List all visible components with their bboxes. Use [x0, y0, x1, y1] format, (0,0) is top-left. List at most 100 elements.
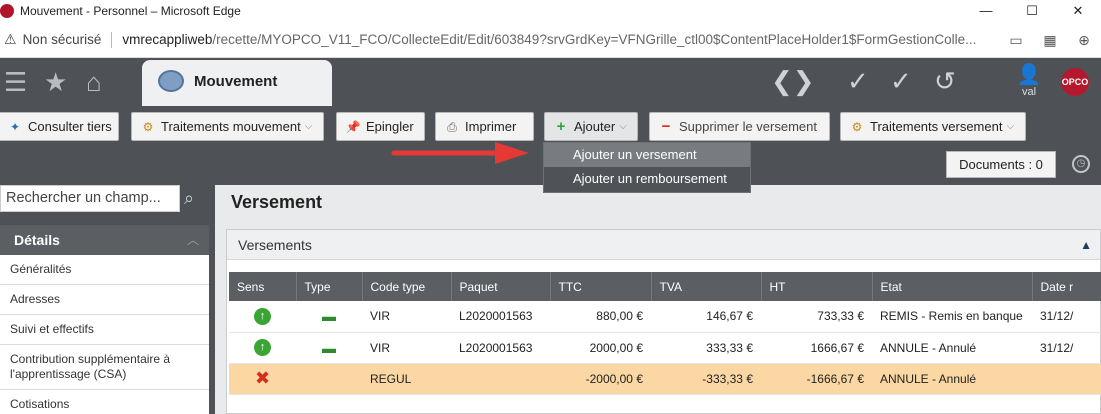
- imprimer-button[interactable]: ⎙ Imprimer: [435, 112, 534, 141]
- button-label: Ajouter: [574, 119, 616, 134]
- column-header[interactable]: Type: [296, 272, 363, 301]
- table-row[interactable]: ↑ ▬ VIR L2020001563 880,00 € 146,67 € 73…: [229, 301, 1101, 333]
- security-label[interactable]: Non sécurisé: [23, 32, 102, 47]
- tva-cell: 333,33 €: [651, 332, 761, 364]
- button-label: Traitements mouvement: [161, 119, 301, 134]
- check-close-icon[interactable]: ✓: [890, 66, 912, 97]
- menu-item-ajouter-versement[interactable]: Ajouter un versement: [544, 143, 750, 167]
- column-header[interactable]: Date r: [1032, 272, 1101, 301]
- piggy-bank-icon: [158, 70, 184, 92]
- address-bar: ⚠ Non sécurisé vmrecappliweb/recette/MYO…: [0, 22, 1101, 58]
- code-type-cell: VIR: [362, 332, 451, 364]
- paquet-cell: L2020001563: [451, 332, 550, 364]
- code-brackets-icon[interactable]: ❮❯: [771, 66, 815, 97]
- column-header[interactable]: HT: [761, 272, 873, 301]
- ht-cell: 733,33 €: [761, 301, 872, 333]
- chevron-down-icon: ⌵: [304, 121, 313, 132]
- arrow-up-icon: ↑: [254, 339, 271, 356]
- traitements-versement-button[interactable]: ⚙ Traitements versement ⌵: [840, 112, 1026, 141]
- collapse-triangle-icon[interactable]: ▲: [1080, 230, 1092, 260]
- etat-cell: REMIS - Remis en banque: [872, 301, 1032, 333]
- address-bar-icons: ▭ ▦ ⊕: [999, 22, 1101, 58]
- maximize-button[interactable]: ☐: [1009, 0, 1055, 22]
- process-icon: ⚙: [142, 119, 154, 134]
- documents-button[interactable]: Documents : 0: [946, 151, 1056, 178]
- history-clock-icon[interactable]: ◷: [1072, 155, 1090, 173]
- epingler-button[interactable]: 📌 Epingler: [336, 112, 425, 141]
- sidebar-nav: Généralités Adresses Suivi et effectifs …: [0, 255, 209, 414]
- menu-icon[interactable]: ☰: [4, 67, 27, 98]
- undo-icon[interactable]: ↺: [934, 66, 956, 97]
- type-cell: ▬: [296, 332, 362, 364]
- home-icon[interactable]: ⌂: [86, 67, 102, 98]
- button-label: Epingler: [366, 119, 414, 134]
- user-name: val: [1021, 86, 1037, 98]
- column-header[interactable]: Paquet: [451, 272, 551, 301]
- column-header[interactable]: Etat: [872, 272, 1033, 301]
- printer-icon: ⎙: [447, 119, 457, 134]
- sidebar-item-csa[interactable]: Contribution supplémentaire à l'apprenti…: [0, 345, 209, 390]
- traitements-mouvement-button[interactable]: ⚙ Traitements mouvement ⌵: [131, 112, 324, 141]
- brand-logo[interactable]: OPCO: [1061, 68, 1089, 96]
- tab-mouvement[interactable]: Mouvement: [142, 60, 332, 106]
- panel-header[interactable]: Versements ▲: [227, 230, 1100, 260]
- url-path: /recette/MYOPCO_V11_FCO/CollecteEdit/Edi…: [212, 32, 977, 47]
- annotation-arrow-icon: [391, 142, 529, 164]
- check-icon[interactable]: ✓: [847, 66, 869, 97]
- sidebar-item-suivi[interactable]: Suivi et effectifs: [0, 315, 209, 345]
- menu-item-ajouter-remboursement[interactable]: Ajouter un remboursement: [544, 167, 750, 191]
- column-header[interactable]: Code type: [362, 272, 452, 301]
- code-type-cell: REGUL: [362, 363, 451, 395]
- consulter-tiers-button[interactable]: ✦ Consulter tiers: [0, 112, 119, 141]
- warning-icon[interactable]: ⚠: [4, 31, 17, 48]
- main-content: Versement Versements ▲ Sens Type Code ty…: [215, 185, 1101, 414]
- browser-titlebar: Mouvement - Personnel – Microsoft Edge —…: [0, 0, 1101, 22]
- table-row[interactable]: ✖ REGUL -2000,00 € -333,33 € -1666,67 € …: [229, 363, 1101, 395]
- app-available-icon[interactable]: ▭: [999, 32, 1033, 49]
- close-button[interactable]: ✕: [1055, 0, 1101, 22]
- etat-cell: ANNULE - Annulé: [872, 332, 1032, 364]
- versements-table: Sens Type Code type Paquet TTC TVA HT Et…: [229, 272, 1101, 395]
- search-input[interactable]: Rechercher un champ...: [0, 185, 180, 212]
- star-icon[interactable]: ★: [44, 67, 67, 98]
- table-row[interactable]: ↑ ▬ VIR L2020001563 2000,00 € 333,33 € 1…: [229, 332, 1101, 364]
- url-host: vmrecappliweb: [122, 32, 213, 47]
- ajouter-button[interactable]: + Ajouter ⌵: [544, 112, 638, 141]
- chevron-down-icon: ⌵: [1006, 121, 1015, 132]
- ttc-cell: 880,00 €: [550, 301, 651, 333]
- app-header: ☰ ★ ⌂ Mouvement ❮❯ ✓ ✓ ↺ 👤 val OPCO: [0, 58, 1101, 106]
- sidebar-item-adresses[interactable]: Adresses: [0, 285, 209, 315]
- minimize-button[interactable]: —: [963, 0, 1009, 22]
- chevron-down-icon: ⌵: [619, 121, 627, 132]
- plus-icon: +: [556, 117, 566, 135]
- column-header[interactable]: Sens: [229, 272, 297, 301]
- window-title: Mouvement - Personnel – Microsoft Edge: [20, 4, 241, 18]
- column-header[interactable]: TTC: [550, 272, 652, 301]
- tab-label: Mouvement: [194, 73, 278, 90]
- money-icon: ▬: [322, 339, 336, 356]
- user-menu[interactable]: 👤 val: [1014, 64, 1044, 98]
- button-label: Supprimer le versement: [679, 119, 817, 134]
- app-logo-icon: [0, 4, 14, 18]
- qr-code-icon[interactable]: ▦: [1033, 32, 1067, 49]
- supprimer-versement-button[interactable]: − Supprimer le versement: [649, 112, 830, 141]
- table-header-row: Sens Type Code type Paquet TTC TVA HT Et…: [229, 272, 1101, 301]
- zoom-icon[interactable]: ⊕: [1067, 32, 1101, 49]
- people-icon: ✦: [9, 119, 21, 134]
- column-header[interactable]: TVA: [651, 272, 762, 301]
- sens-cell: ↑: [229, 301, 296, 333]
- date-cell: [1032, 363, 1101, 395]
- ttc-cell: 2000,00 €: [550, 332, 651, 364]
- date-cell: 31/12/: [1032, 332, 1101, 364]
- user-icon: 👤: [1016, 64, 1042, 86]
- tva-cell: -333,33 €: [651, 363, 761, 395]
- details-section-header[interactable]: Détails ︿: [0, 225, 209, 255]
- button-label: Traitements versement: [870, 119, 1003, 134]
- url-field[interactable]: vmrecappliweb/recette/MYOPCO_V11_FCO/Col…: [122, 32, 992, 47]
- sidebar-item-generalites[interactable]: Généralités: [0, 255, 209, 285]
- paquet-cell: L2020001563: [451, 301, 550, 333]
- sidebar-item-cotisations[interactable]: Cotisations: [0, 390, 209, 414]
- process-icon: ⚙: [851, 119, 863, 134]
- arrow-up-icon: ↑: [254, 307, 271, 325]
- search-icon[interactable]: ⌕: [184, 188, 194, 209]
